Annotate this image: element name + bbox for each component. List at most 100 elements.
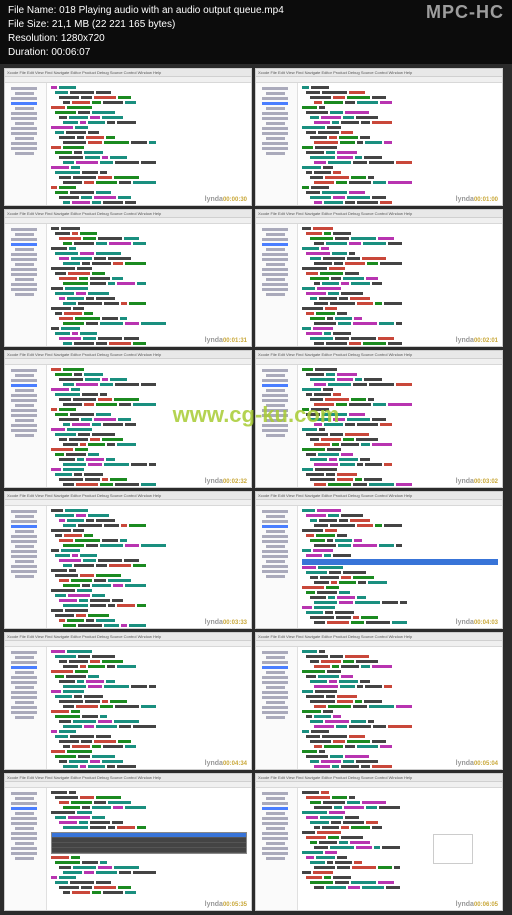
file-tree-item[interactable]: [11, 706, 37, 709]
file-tree-item[interactable]: [262, 510, 288, 513]
file-tree-item[interactable]: [11, 535, 37, 538]
file-tree-item[interactable]: [266, 92, 285, 95]
xcode-menubar[interactable]: Xcode File Edit View Find Navigate Edito…: [5, 774, 251, 782]
file-tree-item[interactable]: [262, 384, 288, 387]
file-tree-item[interactable]: [262, 142, 288, 145]
file-tree-item[interactable]: [11, 142, 37, 145]
file-tree-item[interactable]: [15, 812, 34, 815]
file-tree-item[interactable]: [11, 540, 37, 543]
file-tree-item[interactable]: [262, 102, 288, 105]
file-tree-item[interactable]: [262, 676, 288, 679]
file-tree-item[interactable]: [11, 676, 37, 679]
file-tree-item[interactable]: [262, 414, 288, 417]
video-thumbnail[interactable]: Xcode File Edit View Find Navigate Edito…: [255, 350, 503, 488]
file-tree-item[interactable]: [262, 399, 288, 402]
xcode-menubar[interactable]: Xcode File Edit View Find Navigate Edito…: [256, 492, 502, 500]
file-tree-item[interactable]: [15, 842, 34, 845]
file-tree-item[interactable]: [262, 409, 288, 412]
code-editor[interactable]: [298, 506, 502, 628]
file-tree-item[interactable]: [262, 691, 288, 694]
file-tree-item[interactable]: [266, 122, 285, 125]
file-tree-item[interactable]: [11, 379, 37, 382]
xcode-menubar[interactable]: Xcode File Edit View Find Navigate Edito…: [5, 492, 251, 500]
file-tree-item[interactable]: [262, 535, 288, 538]
file-tree-item[interactable]: [266, 137, 285, 140]
file-tree-item[interactable]: [11, 147, 37, 150]
file-tree-item[interactable]: [11, 832, 37, 835]
file-tree-item[interactable]: [262, 288, 288, 291]
file-tree-item[interactable]: [15, 374, 34, 377]
file-tree-item[interactable]: [15, 122, 34, 125]
file-tree-item[interactable]: [262, 847, 288, 850]
file-tree-item[interactable]: [266, 248, 285, 251]
file-tree-item[interactable]: [11, 369, 37, 372]
file-tree-item[interactable]: [11, 565, 37, 568]
video-thumbnail[interactable]: Xcode File Edit View Find Navigate Edito…: [4, 632, 252, 770]
file-tree-item[interactable]: [266, 656, 285, 659]
project-navigator[interactable]: [5, 506, 47, 628]
file-tree-item[interactable]: [266, 545, 285, 548]
autocomplete-popup[interactable]: [51, 832, 247, 854]
file-tree-item[interactable]: [266, 278, 285, 281]
file-tree-item[interactable]: [266, 404, 285, 407]
file-tree-item[interactable]: [262, 852, 288, 855]
file-tree-item[interactable]: [15, 263, 34, 266]
file-tree-item[interactable]: [262, 253, 288, 256]
file-tree-item[interactable]: [15, 152, 34, 155]
file-tree-item[interactable]: [11, 409, 37, 412]
code-editor[interactable]: [47, 224, 251, 346]
file-tree-item[interactable]: [266, 671, 285, 674]
file-tree-item[interactable]: [11, 807, 37, 810]
file-tree-item[interactable]: [266, 575, 285, 578]
file-tree-item[interactable]: [15, 233, 34, 236]
project-navigator[interactable]: [5, 224, 47, 346]
autocomplete-item[interactable]: [52, 848, 246, 853]
file-tree-item[interactable]: [262, 243, 288, 246]
project-navigator[interactable]: [256, 224, 298, 346]
file-tree-item[interactable]: [11, 691, 37, 694]
file-tree-item[interactable]: [266, 263, 285, 266]
file-tree-item[interactable]: [262, 273, 288, 276]
file-tree-item[interactable]: [15, 389, 34, 392]
file-tree-item[interactable]: [262, 228, 288, 231]
file-tree-item[interactable]: [262, 666, 288, 669]
xcode-menubar[interactable]: Xcode File Edit View Find Navigate Edito…: [256, 210, 502, 218]
file-tree-item[interactable]: [11, 802, 37, 805]
file-tree-item[interactable]: [11, 822, 37, 825]
file-tree-item[interactable]: [262, 792, 288, 795]
file-tree-item[interactable]: [262, 112, 288, 115]
file-tree-item[interactable]: [15, 827, 34, 830]
file-tree-item[interactable]: [11, 238, 37, 241]
file-tree-item[interactable]: [11, 696, 37, 699]
file-tree-item[interactable]: [15, 671, 34, 674]
video-thumbnail[interactable]: Xcode File Edit View Find Navigate Edito…: [255, 68, 503, 206]
file-tree-item[interactable]: [11, 681, 37, 684]
file-tree-item[interactable]: [266, 107, 285, 110]
file-tree-item[interactable]: [262, 238, 288, 241]
file-tree-item[interactable]: [266, 560, 285, 563]
file-tree-item[interactable]: [262, 87, 288, 90]
file-tree-item[interactable]: [262, 127, 288, 130]
video-thumbnail[interactable]: Xcode File Edit View Find Navigate Edito…: [4, 350, 252, 488]
file-tree-item[interactable]: [11, 837, 37, 840]
file-tree-item[interactable]: [15, 434, 34, 437]
code-editor[interactable]: [47, 365, 251, 487]
file-tree-item[interactable]: [266, 374, 285, 377]
file-tree-item[interactable]: [11, 555, 37, 558]
file-tree-item[interactable]: [15, 530, 34, 533]
file-tree-item[interactable]: [11, 852, 37, 855]
project-navigator[interactable]: [5, 788, 47, 910]
file-tree-item[interactable]: [262, 565, 288, 568]
file-tree-item[interactable]: [262, 570, 288, 573]
file-tree-item[interactable]: [11, 112, 37, 115]
file-tree-item[interactable]: [11, 87, 37, 90]
file-tree-item[interactable]: [15, 701, 34, 704]
file-tree-item[interactable]: [11, 97, 37, 100]
file-tree-item[interactable]: [15, 137, 34, 140]
file-tree-item[interactable]: [15, 293, 34, 296]
file-tree-item[interactable]: [11, 550, 37, 553]
file-tree-item[interactable]: [262, 706, 288, 709]
video-thumbnail[interactable]: Xcode File Edit View Find Navigate Edito…: [4, 68, 252, 206]
video-thumbnail[interactable]: Xcode File Edit View Find Navigate Edito…: [255, 491, 503, 629]
file-tree-item[interactable]: [11, 847, 37, 850]
